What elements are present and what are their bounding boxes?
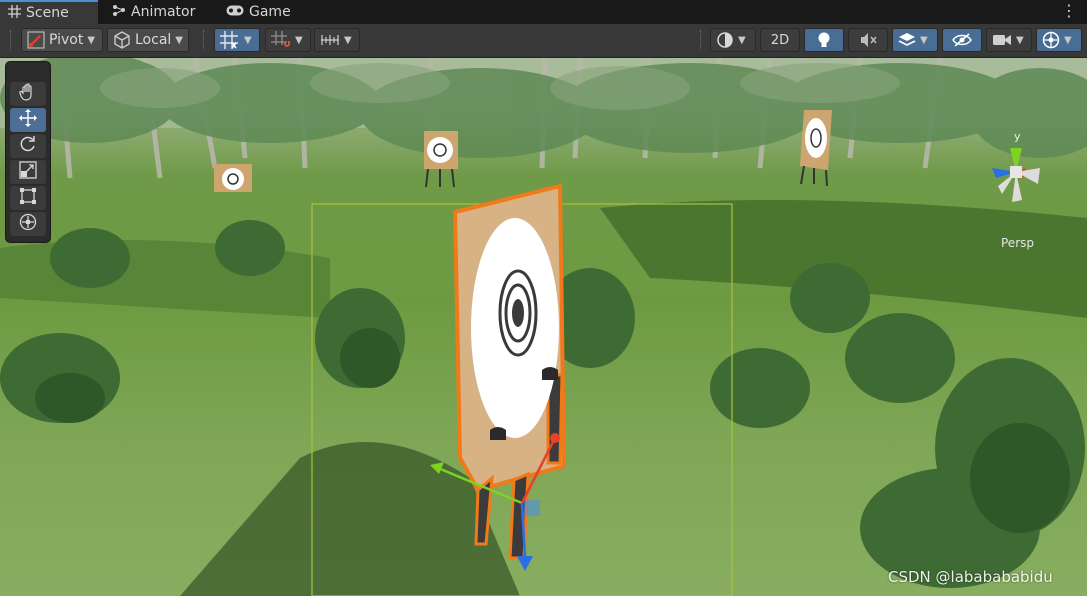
tab-game[interactable]: Game bbox=[218, 0, 308, 24]
camera-icon bbox=[992, 33, 1012, 47]
increment-snapping-button[interactable]: ▼ bbox=[265, 28, 311, 52]
gizmo-globe-icon bbox=[1042, 31, 1060, 49]
hand-icon bbox=[19, 83, 37, 105]
projection-label[interactable]: Persp bbox=[1001, 236, 1034, 250]
orientation-gizmo[interactable]: y bbox=[978, 130, 1058, 220]
tab-game-label: Game bbox=[249, 4, 291, 20]
gizmo-y-label: y bbox=[1014, 130, 1021, 143]
shading-mode-icon bbox=[716, 31, 734, 49]
chevron-down-icon: ▼ bbox=[175, 34, 183, 46]
distant-target[interactable] bbox=[214, 164, 252, 192]
toolbar-separator bbox=[203, 30, 206, 50]
scale-tool-button[interactable] bbox=[10, 160, 46, 184]
move-tool-button[interactable] bbox=[10, 108, 46, 132]
tab-animator[interactable]: Animator bbox=[104, 0, 214, 24]
distant-target[interactable] bbox=[800, 110, 832, 187]
chevron-down-icon: ▼ bbox=[87, 34, 96, 46]
rotate-tool-button[interactable] bbox=[10, 134, 46, 158]
grid-snapping-button[interactable]: ▼ bbox=[214, 28, 260, 52]
gamepad-icon bbox=[226, 5, 244, 20]
pivot-icon bbox=[27, 31, 45, 49]
chevron-down-icon: ▼ bbox=[295, 34, 303, 46]
gizmos-dropdown[interactable]: ▼ bbox=[1036, 28, 1082, 52]
audio-toggle[interactable] bbox=[848, 28, 888, 52]
chevron-down-icon: ▼ bbox=[244, 34, 252, 46]
rect-tool-button[interactable] bbox=[10, 186, 46, 210]
magnet-grid-icon bbox=[271, 31, 291, 49]
scene-viewport[interactable]: y Persp CSDN @lababababidu bbox=[0, 58, 1087, 596]
chevron-down-icon: ▼ bbox=[920, 34, 928, 46]
local-dropdown[interactable]: Local ▼ bbox=[107, 28, 189, 52]
lightbulb-icon bbox=[817, 31, 831, 49]
transform-icon bbox=[19, 213, 37, 235]
scale-icon bbox=[19, 161, 37, 183]
tab-scene-label: Scene bbox=[26, 5, 69, 21]
mode-2d-toggle[interactable]: 2D bbox=[760, 28, 800, 52]
scene-tab-bar: Scene Animator Game ⋮ bbox=[0, 0, 1087, 24]
toolbar-separator bbox=[700, 30, 703, 50]
scene-render bbox=[0, 58, 1087, 596]
chevron-down-icon: ▼ bbox=[738, 34, 746, 46]
eye-hidden-icon bbox=[952, 33, 972, 47]
grid-snap-icon bbox=[220, 31, 240, 49]
scene-visibility-toggle[interactable] bbox=[942, 28, 982, 52]
ruler-icon bbox=[320, 33, 340, 47]
scene-lighting-toggle[interactable] bbox=[804, 28, 844, 52]
mode-2d-label: 2D bbox=[770, 32, 790, 48]
rect-transform-icon bbox=[19, 187, 37, 209]
effects-dropdown[interactable]: ▼ bbox=[892, 28, 938, 52]
speaker-muted-icon bbox=[859, 32, 877, 48]
chevron-down-icon: ▼ bbox=[344, 34, 352, 46]
grid-icon bbox=[8, 4, 21, 22]
move-arrows-icon bbox=[19, 109, 37, 131]
scene-toolbar: Pivot ▼ Local ▼ ▼ ▼ ▼ ▼ 2D ▼ ▼ ▼ bbox=[0, 24, 1087, 58]
rotate-icon bbox=[19, 135, 37, 157]
more-options-icon[interactable]: ⋮ bbox=[1061, 1, 1077, 20]
watermark-text: CSDN @lababababidu bbox=[888, 568, 1053, 586]
distant-target[interactable] bbox=[424, 131, 458, 188]
transform-tool-button[interactable] bbox=[10, 212, 46, 236]
toolbar-grip bbox=[10, 30, 13, 50]
local-label: Local bbox=[135, 32, 172, 48]
cube-icon bbox=[113, 31, 131, 49]
animator-icon bbox=[112, 4, 126, 20]
tool-palette bbox=[6, 62, 50, 242]
chevron-down-icon: ▼ bbox=[1064, 34, 1072, 46]
hand-tool-button[interactable] bbox=[10, 82, 46, 106]
tab-scene[interactable]: Scene bbox=[0, 0, 98, 24]
pivot-dropdown[interactable]: Pivot ▼ bbox=[21, 28, 103, 52]
ruler-snap-button[interactable]: ▼ bbox=[314, 28, 360, 52]
draw-mode-dropdown[interactable]: ▼ bbox=[710, 28, 756, 52]
camera-settings-dropdown[interactable]: ▼ bbox=[986, 28, 1032, 52]
pivot-label: Pivot bbox=[49, 32, 84, 48]
tab-animator-label: Animator bbox=[131, 4, 196, 20]
chevron-down-icon: ▼ bbox=[1016, 34, 1024, 46]
layers-icon bbox=[898, 32, 916, 48]
